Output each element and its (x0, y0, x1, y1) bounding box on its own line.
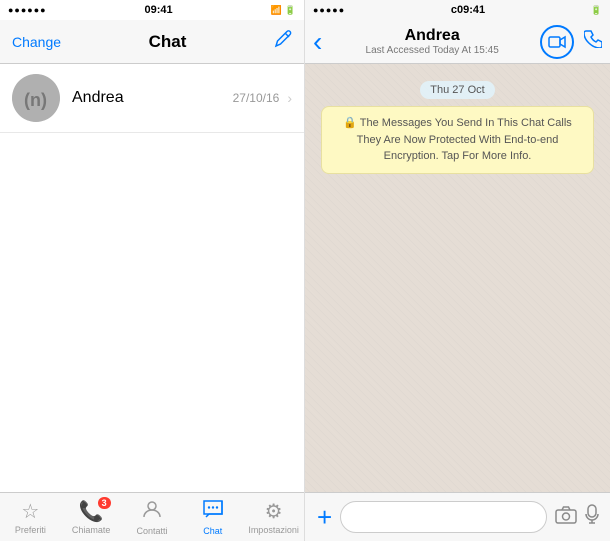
right-status-bar: ●●●●● c09:41 🔋 (305, 0, 610, 20)
left-signal: ●●●●●● (8, 5, 47, 15)
plus-button[interactable]: + (317, 502, 332, 533)
contacts-icon (142, 499, 162, 525)
date-divider-text: Thu 27 Oct (420, 81, 494, 99)
contact-info[interactable]: Andrea Last Accessed Today At 15:45 (328, 27, 536, 56)
star-icon: ☆ (21, 499, 39, 524)
left-nav-bar: Change Chat (0, 20, 304, 64)
left-time: 09:41 (145, 4, 173, 16)
tab-chat-label: Chat (203, 526, 222, 536)
right-toolbar: + (305, 492, 610, 541)
tab-chiamate-label: Chiamate (72, 525, 111, 535)
chat-list: (n) Andrea 27/10/16 › (0, 64, 304, 492)
back-button[interactable]: ‹ (313, 28, 322, 56)
contact-name: Andrea (405, 27, 460, 45)
chat-messages: Thu 27 Oct The Messages You Send In This… (313, 80, 602, 174)
right-battery: 🔋 (591, 5, 602, 16)
phone-icon (584, 30, 602, 48)
avatar-image: (n) (12, 74, 60, 122)
video-call-button[interactable] (540, 25, 574, 59)
audio-call-button[interactable] (584, 30, 602, 54)
mic-icon (585, 504, 599, 524)
camera-button[interactable] (555, 504, 577, 530)
chat-item-name: Andrea (72, 89, 124, 107)
contact-status: Last Accessed Today At 15:45 (366, 45, 499, 56)
compose-button[interactable] (274, 30, 292, 53)
battery-icon: 🔋 (285, 5, 296, 16)
camera-icon (555, 506, 577, 524)
chat-list-item[interactable]: (n) Andrea 27/10/16 › (0, 64, 304, 133)
tab-chat[interactable]: Chat (185, 499, 240, 536)
left-status-bar: ●●●●●● 09:41 📶 🔋 (0, 0, 304, 20)
svg-text:(n): (n) (24, 90, 47, 110)
avatar: (n) (12, 74, 60, 122)
tab-impostazioni[interactable]: ⚙ Impostazioni (246, 499, 301, 535)
right-nav-bar: ‹ Andrea Last Accessed Today At 15:45 (305, 20, 610, 64)
mic-button[interactable] (585, 504, 599, 530)
tab-contatti[interactable]: Contatti (124, 499, 179, 536)
chat-tab-icon (202, 499, 224, 525)
chat-title: Chat (149, 32, 187, 52)
left-tab-bar: ☆ Preferiti 3 📞 Chiamate Contatti (0, 492, 304, 541)
chevron-right-icon: › (287, 90, 292, 106)
tab-preferiti-label: Preferiti (15, 525, 46, 535)
tab-impostazioni-label: Impostazioni (248, 525, 299, 535)
date-divider: Thu 27 Oct (313, 80, 602, 98)
left-panel: ●●●●●● 09:41 📶 🔋 Change Chat (n) (0, 0, 305, 541)
right-signal: ●●●●● (313, 5, 345, 15)
left-battery-area: 📶 🔋 (271, 5, 296, 16)
wifi-icon: 📶 (271, 5, 282, 16)
chat-item-info: Andrea 27/10/16 (72, 89, 279, 107)
right-time: c09:41 (451, 4, 485, 16)
chiamate-badge: 3 (98, 497, 111, 509)
tab-contatti-label: Contatti (136, 526, 167, 536)
system-message[interactable]: The Messages You Send In This Chat Calls… (321, 106, 594, 174)
change-button[interactable]: Change (12, 34, 61, 50)
message-input[interactable] (340, 501, 547, 533)
compose-icon (274, 30, 292, 48)
video-icon (548, 35, 566, 49)
tab-chiamate[interactable]: 3 📞 Chiamate (64, 499, 119, 535)
right-panel: ●●●●● c09:41 🔋 ‹ Andrea Last Accessed To… (305, 0, 610, 541)
tab-preferiti[interactable]: ☆ Preferiti (3, 499, 58, 535)
chat-area: Thu 27 Oct The Messages You Send In This… (305, 64, 610, 492)
settings-icon: ⚙ (265, 499, 283, 524)
chat-item-date: 27/10/16 (233, 91, 280, 105)
